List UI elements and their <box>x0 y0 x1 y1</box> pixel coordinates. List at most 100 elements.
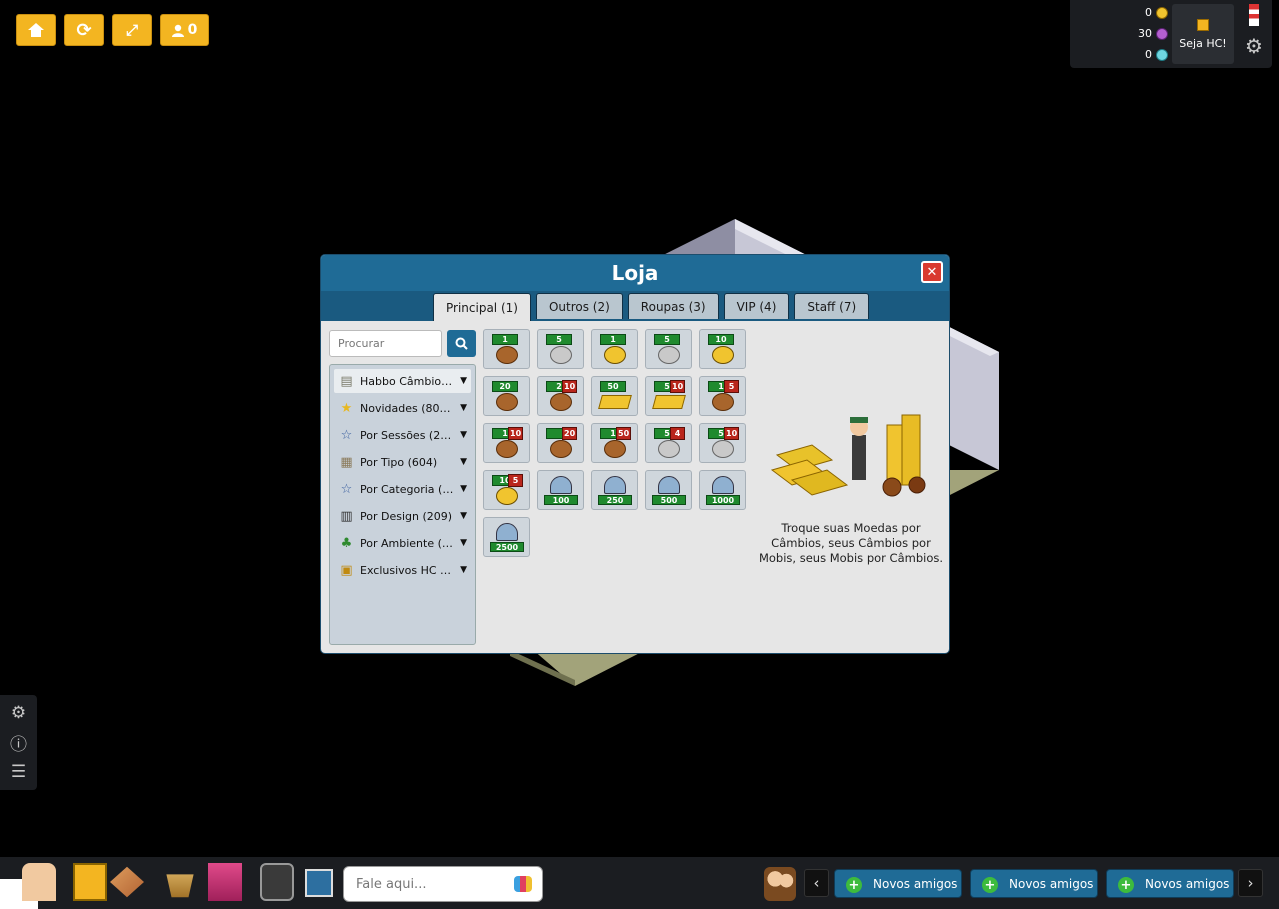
new-friends-label-3: Novos amigos <box>1145 876 1230 891</box>
catalog-item-tile[interactable]: 1 50 <box>591 423 638 463</box>
catalog-nav-label: Habbo Câmbios (12) <box>360 374 455 388</box>
chat-style-icon[interactable] <box>514 876 532 892</box>
catalog-tab-2[interactable]: Outros (2) <box>535 293 623 319</box>
catalog-item-tile[interactable]: 1 <box>483 329 530 369</box>
catalog-search-input[interactable]: Procurar <box>329 330 442 357</box>
home-button[interactable] <box>16 14 56 46</box>
fullscreen-icon: ⤢ <box>125 21 138 39</box>
bronze-coin-icon <box>496 346 518 364</box>
catalog-items-grid: 1 5 1 5 10 20 2 10 50 5 10 1 5 1 10 20 1 50 5 4 5 10 10 5 100 250… <box>483 329 746 557</box>
duckets-value: 30 <box>1138 27 1152 40</box>
catalog-item-tile[interactable]: 5 <box>537 329 584 369</box>
catalog-item-tile[interactable]: 1000 <box>699 470 746 510</box>
catalog-close-button[interactable]: ✕ <box>921 261 943 283</box>
catalog-body: Procurar ▤ Habbo Câmbios (12) ▼ ★ Novidades … <box>321 321 949 653</box>
moderation-icon[interactable] <box>305 869 333 897</box>
new-friends-button-1[interactable]: + Novos amigos <box>834 869 962 898</box>
star-icon: ★ <box>340 400 353 416</box>
chat-placeholder: Fale aqui... <box>356 876 427 892</box>
avatar[interactable] <box>22 863 56 901</box>
item-count-badge: 50 <box>616 427 632 440</box>
catalog-item-tile[interactable]: 20 <box>483 376 530 416</box>
catalog-tab-4[interactable]: VIP (4) <box>723 293 790 319</box>
reload-button[interactable]: ⟳ <box>64 14 104 46</box>
friends-list-icon[interactable] <box>764 867 796 901</box>
catalog-item-tile[interactable]: 250 <box>591 470 638 510</box>
catalog-item-tile[interactable]: 1 10 <box>483 423 530 463</box>
exchange-icon: ▤ <box>340 373 353 389</box>
catalog-item-tile[interactable]: 100 <box>537 470 584 510</box>
credits-icon <box>1156 6 1168 19</box>
chat-input[interactable]: Fale aqui... <box>343 866 543 902</box>
item-count-badge: 10 <box>562 380 578 393</box>
home-icon <box>28 23 44 37</box>
friends-prev-button[interactable]: ‹ <box>804 869 829 897</box>
catalog-nav-item[interactable]: ▥ Por Design (209) ▼ <box>334 504 471 528</box>
item-sign-value: 250 <box>598 495 632 505</box>
item-count-badge: 5 <box>724 380 739 393</box>
purse-panel: 0 30 0 Seja HC! ⚙ <box>1070 0 1272 68</box>
star-outline-icon: ☆ <box>340 481 353 497</box>
lighthouse-icon[interactable] <box>1249 4 1259 26</box>
camera-icon[interactable] <box>260 863 294 901</box>
catalog-nav-item[interactable]: ☆ Por Sessões (2012) ▼ <box>334 423 471 447</box>
catalog-tab-1[interactable]: Principal (1) <box>433 293 531 321</box>
catalog-item-tile[interactable]: 2 10 <box>537 376 584 416</box>
catalog-tabs-bar: Principal (1) Outros (2) Roupas (3) VIP (4)… <box>321 291 949 321</box>
catalog-item-tile[interactable]: 54 <box>645 423 692 463</box>
settings-gear-icon[interactable]: ⚙ <box>1245 36 1263 56</box>
item-note-value: 20 <box>492 381 518 392</box>
catalog-search-button[interactable] <box>447 330 476 357</box>
navigator-icon[interactable] <box>110 866 144 898</box>
credits-row: 0 <box>1078 6 1168 19</box>
fullscreen-button[interactable]: ⤢ <box>112 14 152 46</box>
seja-hc-label: Seja HC! <box>1179 36 1227 50</box>
habbo-logo-icon[interactable] <box>73 863 107 901</box>
catalog-item-tile[interactable]: 10 5 <box>483 470 530 510</box>
catalog-nav-item[interactable]: ♣ Por Ambiente (602) ▼ <box>334 531 471 555</box>
add-friend-icon: + <box>982 877 998 893</box>
catalog-item-tile[interactable]: 5 10 <box>699 423 746 463</box>
catalog-item-tile[interactable]: 500 <box>645 470 692 510</box>
catalog-item-tile[interactable]: 10 <box>699 329 746 369</box>
inventory-icon[interactable] <box>208 863 242 901</box>
item-count-badge: 4 <box>670 427 685 440</box>
catalog-tab-3[interactable]: Roupas (3) <box>627 293 719 319</box>
catalog-item-tile[interactable]: 15 <box>699 376 746 416</box>
catalog-item-tile[interactable]: 5 10 <box>645 376 692 416</box>
caret-down-icon: ▼ <box>460 565 467 575</box>
diamond-icon <box>1156 48 1168 61</box>
item-count-badge: 10 <box>670 380 686 393</box>
seja-hc-button[interactable]: Seja HC! <box>1172 4 1234 64</box>
catalog-item-tile[interactable]: 20 <box>537 423 584 463</box>
shop-cart-icon[interactable] <box>166 874 194 898</box>
catalog-item-tile[interactable]: 5 <box>645 329 692 369</box>
item-note-value: 10 <box>708 334 734 345</box>
catalog-tab-5[interactable]: Staff (7) <box>794 293 870 319</box>
caret-down-icon: ▼ <box>460 430 467 440</box>
friends-next-button[interactable]: › <box>1238 869 1263 897</box>
room-settings-gear-icon[interactable]: ⚙ <box>11 703 26 723</box>
users-count-button[interactable]: 0 <box>160 14 209 46</box>
columns-icon: ▥ <box>340 508 353 524</box>
item-note-value: 50 <box>600 381 626 392</box>
new-friends-button-3[interactable]: + Novos amigos <box>1106 869 1234 898</box>
catalog-item-tile[interactable]: 50 <box>591 376 638 416</box>
catalog-item-tile[interactable]: 1 <box>591 329 638 369</box>
purse-tools: ⚙ <box>1240 4 1268 56</box>
catalog-nav-item[interactable]: ▣ Exclusivos HC (80... ▼ <box>334 558 471 582</box>
catalog-header[interactable]: Loja ✕ Principal (1) Outros (2) Roupas (3)… <box>321 255 949 321</box>
chat-history-icon[interactable]: ☰ <box>11 762 26 782</box>
room-info-icon[interactable]: ⓘ <box>10 730 27 755</box>
top-toolbar: ⟳ ⤢ 0 <box>16 14 209 46</box>
item-sign-value: 500 <box>652 495 686 505</box>
catalog-nav-item[interactable]: ★ Novidades (8010) ▼ <box>334 396 471 420</box>
item-count-badge: 10 <box>508 427 524 440</box>
reload-icon: ⟳ <box>76 19 92 41</box>
new-friends-button-2[interactable]: + Novos amigos <box>970 869 1098 898</box>
catalog-nav-item[interactable]: ▤ Habbo Câmbios (12) ▼ <box>334 369 471 393</box>
catalog-nav-item[interactable]: ▦ Por Tipo (604) ▼ <box>334 450 471 474</box>
silver-coin-icon <box>712 440 734 458</box>
catalog-nav-item[interactable]: ☆ Por Categoria (20... ▼ <box>334 477 471 501</box>
catalog-item-tile[interactable]: 2500 <box>483 517 530 557</box>
